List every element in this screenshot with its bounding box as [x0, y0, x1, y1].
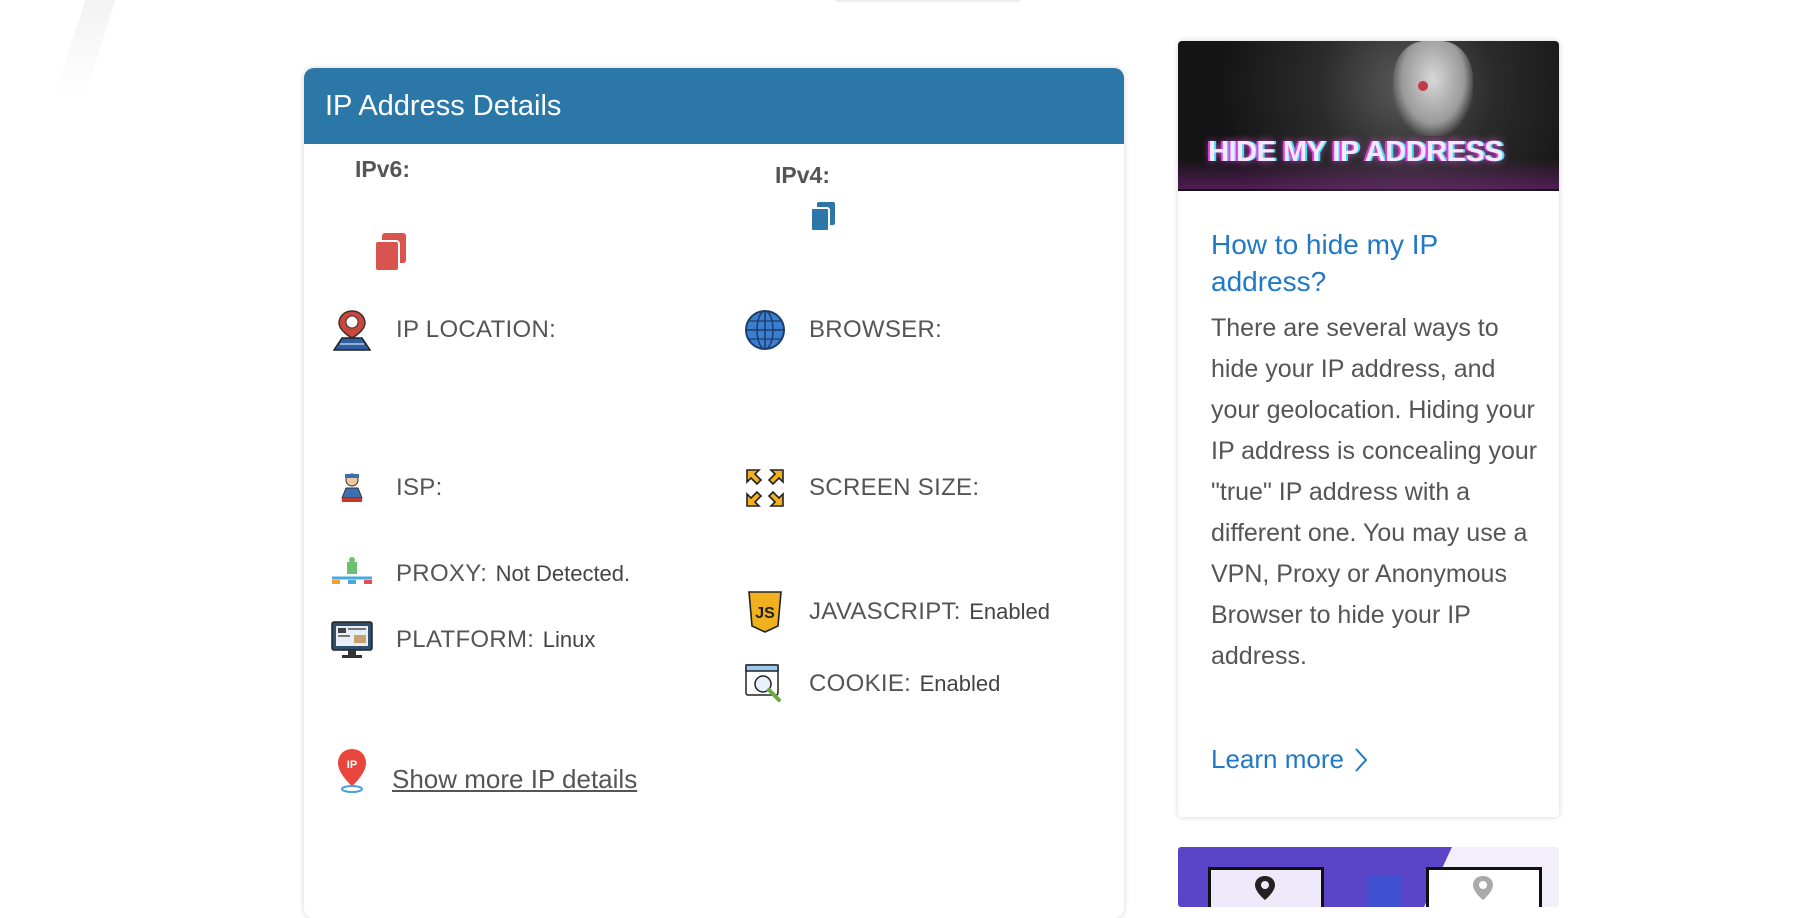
- copy-ipv6-icon[interactable]: [372, 231, 412, 275]
- platform-label: PLATFORM:: [396, 626, 535, 653]
- learn-more-label: Learn more: [1211, 744, 1344, 774]
- js-shield-icon: JS: [743, 590, 787, 634]
- mask-figure: [1393, 41, 1473, 136]
- copy-ipv4-icon[interactable]: [808, 200, 838, 234]
- chevron-right-icon: [1355, 747, 1368, 772]
- screen-size-item: SCREEN SIZE:: [743, 466, 983, 510]
- cookie-label: COOKIE:: [809, 670, 912, 697]
- javascript-label: JAVASCRIPT:: [809, 598, 961, 625]
- hide-ip-banner-image[interactable]: HIDE MY IP ADDRESS: [1178, 41, 1559, 191]
- learn-more-link[interactable]: Learn more: [1211, 744, 1368, 775]
- browser-label: BROWSER:: [809, 316, 943, 343]
- ip-details-title: IP Address Details: [325, 89, 562, 122]
- isp-item: ISP:: [330, 466, 447, 510]
- cookie-value: Enabled: [919, 671, 1001, 696]
- javascript-value: Enabled: [969, 599, 1050, 624]
- javascript-item: JS JAVASCRIPT: Enabled: [743, 590, 1050, 634]
- platform-value: Linux: [542, 627, 596, 652]
- ip-details-card: IP Address Details IPv6: IPv4: IP LOCATI…: [304, 68, 1124, 918]
- promo-device-right: [1426, 867, 1542, 907]
- platform-item: PLATFORM: Linux: [330, 618, 595, 662]
- expand-arrows-icon: [743, 466, 787, 510]
- promo-device-left: [1208, 867, 1324, 907]
- article-title[interactable]: How to hide my IP address?: [1211, 226, 1541, 300]
- globe-icon: [743, 308, 787, 352]
- cookie-item: COOKIE: Enabled: [743, 662, 1000, 706]
- mask-eye: [1418, 81, 1428, 91]
- ip-details-header: IP Address Details: [304, 68, 1124, 144]
- hide-ip-article-card: HIDE MY IP ADDRESS How to hide my IP add…: [1178, 41, 1559, 817]
- article-body: There are several ways to hide your IP a…: [1211, 314, 1538, 670]
- proxy-item: PROXY: Not Detected.: [330, 552, 630, 596]
- isp-label: ISP:: [396, 474, 443, 501]
- location-pin-icon: [330, 308, 374, 352]
- monitor-icon: [330, 618, 374, 662]
- screen-size-label: SCREEN SIZE:: [809, 474, 980, 501]
- cookie-search-icon: [743, 662, 787, 706]
- top-divider: [835, 0, 1020, 2]
- svg-text:IP: IP: [347, 759, 357, 771]
- ip-location-item: IP LOCATION:: [330, 308, 560, 352]
- browser-item: BROWSER:: [743, 308, 946, 352]
- show-more-ip-details-link[interactable]: Show more IP details: [392, 764, 637, 795]
- isp-person-icon: [330, 466, 374, 510]
- vpn-promo-banner[interactable]: [1178, 847, 1559, 907]
- proxy-value: Not Detected.: [495, 561, 631, 586]
- promo-arrow: [1368, 875, 1402, 907]
- ip-location-label: IP LOCATION:: [396, 316, 557, 343]
- ip-pin-icon: IP: [332, 746, 372, 799]
- ipv4-label: IPv4:: [775, 162, 830, 188]
- banner-text: HIDE MY IP ADDRESS: [1208, 136, 1504, 168]
- ipv6-label: IPv6:: [355, 156, 410, 182]
- background-mark: [54, 0, 116, 95]
- network-proxy-icon: [330, 552, 374, 596]
- proxy-label: PROXY:: [396, 560, 488, 587]
- svg-text:JS: JS: [755, 605, 775, 622]
